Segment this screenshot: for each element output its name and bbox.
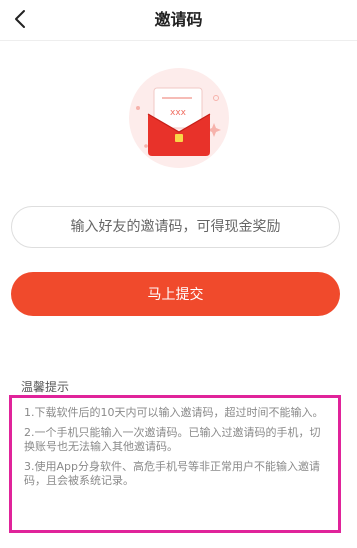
nav-bar: 邀请码 bbox=[0, 0, 357, 41]
tips-heading: 温馨提示 bbox=[21, 380, 70, 394]
tip-item: 2.一个手机只能输入一次邀请码。已输入过邀请码的手机，切换账号也无法输入其他邀请… bbox=[24, 426, 321, 453]
tip-item: 1.下载软件后的10天内可以输入邀请码，超过时间不能输入。 bbox=[24, 406, 324, 419]
red-envelope-icon: xxx bbox=[129, 68, 229, 168]
chevron-left-icon bbox=[15, 10, 25, 28]
submit-button[interactable]: 马上提交 bbox=[11, 272, 340, 316]
red-envelope-illustration: xxx bbox=[116, 68, 242, 168]
invite-code-page: 邀请码 xxx 马上提交 温馨提示 1.下载软件后的10天内可以输入邀请码，超过… bbox=[0, 0, 357, 548]
page-title: 邀请码 bbox=[154, 10, 203, 29]
invite-code-input[interactable] bbox=[11, 206, 340, 248]
tip-item: 3.使用App分身软件、高危手机号等非正常用户不能输入邀请码，且会被系统记录。 bbox=[24, 460, 320, 487]
back-button[interactable] bbox=[6, 4, 36, 34]
tips-box: 1.下载软件后的10天内可以输入邀请码，超过时间不能输入。 2.一个手机只能输入… bbox=[9, 395, 341, 533]
envelope-text: xxx bbox=[170, 108, 187, 118]
